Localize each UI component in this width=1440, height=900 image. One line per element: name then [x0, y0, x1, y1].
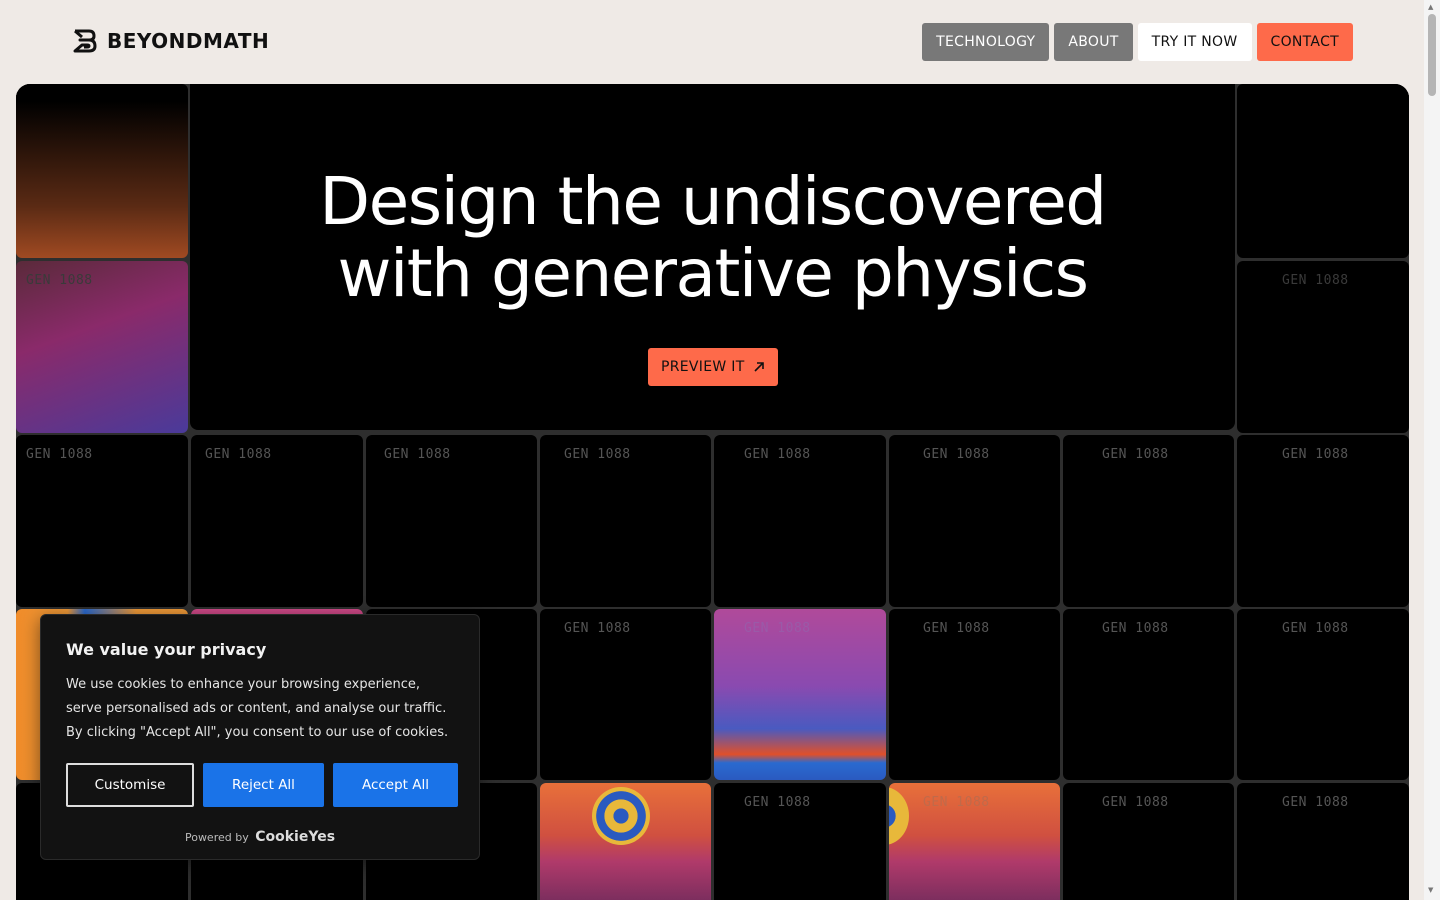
wheel-shape [592, 787, 650, 845]
gen-tile: GEN 1088 [1237, 435, 1409, 607]
scroll-thumb[interactable] [1428, 14, 1436, 96]
gen-tile: GEN 1088 [1237, 609, 1409, 780]
gen-tile-label: GEN 1088 [744, 447, 811, 462]
gen-tile-label: GEN 1088 [923, 621, 990, 636]
gen-tile: GEN 1088 [16, 261, 188, 433]
gen-tile-label: GEN 1088 [205, 447, 272, 462]
gen-tile: GEN 1088 [540, 609, 711, 780]
beyondmath-logo-icon [73, 29, 97, 53]
gen-tile: GEN 1088 [714, 435, 886, 607]
powered-by: Powered by CookieYes [41, 829, 479, 845]
powered-by-label: Powered by [184, 831, 249, 844]
gen-tile: GEN 1088 [889, 609, 1060, 780]
preview-it-label: PREVIEW IT [661, 359, 745, 375]
gen-tile-label: GEN 1088 [26, 447, 93, 462]
gen-tile: GEN 1088 [1063, 609, 1234, 780]
scroll-up-icon[interactable]: ▲ [1428, 3, 1433, 11]
gen-tile-label: GEN 1088 [744, 621, 811, 636]
cookie-title: We value your privacy [66, 640, 267, 659]
nav-about-button[interactable]: ABOUT [1054, 23, 1133, 61]
main-nav: TECHNOLOGY ABOUT TRY IT NOW CONTACT [922, 23, 1353, 61]
reject-all-button[interactable]: Reject All [203, 763, 324, 807]
gen-tile [540, 783, 711, 900]
cookie-body: We use cookies to enhance your browsing … [66, 677, 449, 740]
cookieyes-logo[interactable]: CookieYes [255, 829, 335, 845]
gen-tile-label: GEN 1088 [1282, 447, 1349, 462]
page-scrollbar[interactable]: ▲ ▼ [1424, 0, 1440, 900]
hero-headline: Design the undiscovered with generative … [190, 166, 1235, 310]
gen-tile: GEN 1088 [1063, 435, 1234, 607]
gen-tile-label: GEN 1088 [1102, 447, 1169, 462]
gen-tile-label: GEN 1088 [1282, 795, 1349, 810]
top-bar: BEYONDMATH TECHNOLOGY ABOUT TRY IT NOW C… [0, 0, 1424, 84]
gen-tile-label: GEN 1088 [923, 795, 990, 810]
gen-tile [16, 84, 188, 258]
preview-it-button[interactable]: PREVIEW IT [648, 348, 778, 386]
nav-technology-button[interactable]: TECHNOLOGY [922, 23, 1050, 61]
gen-tile: GEN 1088 [714, 609, 886, 780]
gen-tile-label: GEN 1088 [564, 447, 631, 462]
accept-all-button[interactable]: Accept All [333, 763, 458, 807]
gen-tile [1237, 84, 1409, 258]
gen-tile: GEN 1088 [889, 783, 1060, 900]
cookie-actions: Customise Reject All Accept All [66, 763, 458, 807]
gen-tile: GEN 1088 [1237, 783, 1409, 900]
brand-logo[interactable]: BEYONDMATH [72, 28, 269, 54]
gen-tile-label: GEN 1088 [1102, 795, 1169, 810]
gen-tile-label: GEN 1088 [923, 447, 990, 462]
gen-tile-label: GEN 1088 [384, 447, 451, 462]
gen-tile-label: GEN 1088 [1102, 621, 1169, 636]
customise-button[interactable]: Customise [66, 763, 194, 807]
gen-tile: GEN 1088 [889, 435, 1060, 607]
scroll-down-icon[interactable]: ▼ [1428, 886, 1433, 894]
gen-tile-label: GEN 1088 [1282, 621, 1349, 636]
gen-tile: GEN 1088 [191, 435, 363, 607]
gen-tile: GEN 1088 [540, 435, 711, 607]
gen-tile: GEN 1088 [1063, 783, 1234, 900]
nav-contact-button[interactable]: CONTACT [1256, 23, 1353, 61]
gen-tile: GEN 1088 [714, 783, 886, 900]
hero-headline-line-2: with generative physics [337, 235, 1089, 312]
gen-tile: GEN 1088 [16, 435, 188, 607]
brand-name: BEYONDMATH [107, 29, 270, 53]
cookie-consent-banner: We value your privacy We use cookies to … [40, 614, 480, 860]
wheel-shape [889, 787, 909, 845]
nav-try-it-now-button[interactable]: TRY IT NOW [1137, 23, 1252, 61]
arrow-up-right-icon [753, 362, 764, 372]
gen-tile-label: GEN 1088 [744, 795, 811, 810]
gen-tile-label: GEN 1088 [564, 621, 631, 636]
gen-tile: GEN 1088 [1237, 261, 1409, 433]
gen-tile-label: GEN 1088 [26, 273, 93, 288]
gen-tile: GEN 1088 [366, 435, 537, 607]
hero-headline-line-1: Design the undiscovered [319, 163, 1107, 240]
gen-tile-label: GEN 1088 [1282, 273, 1349, 288]
